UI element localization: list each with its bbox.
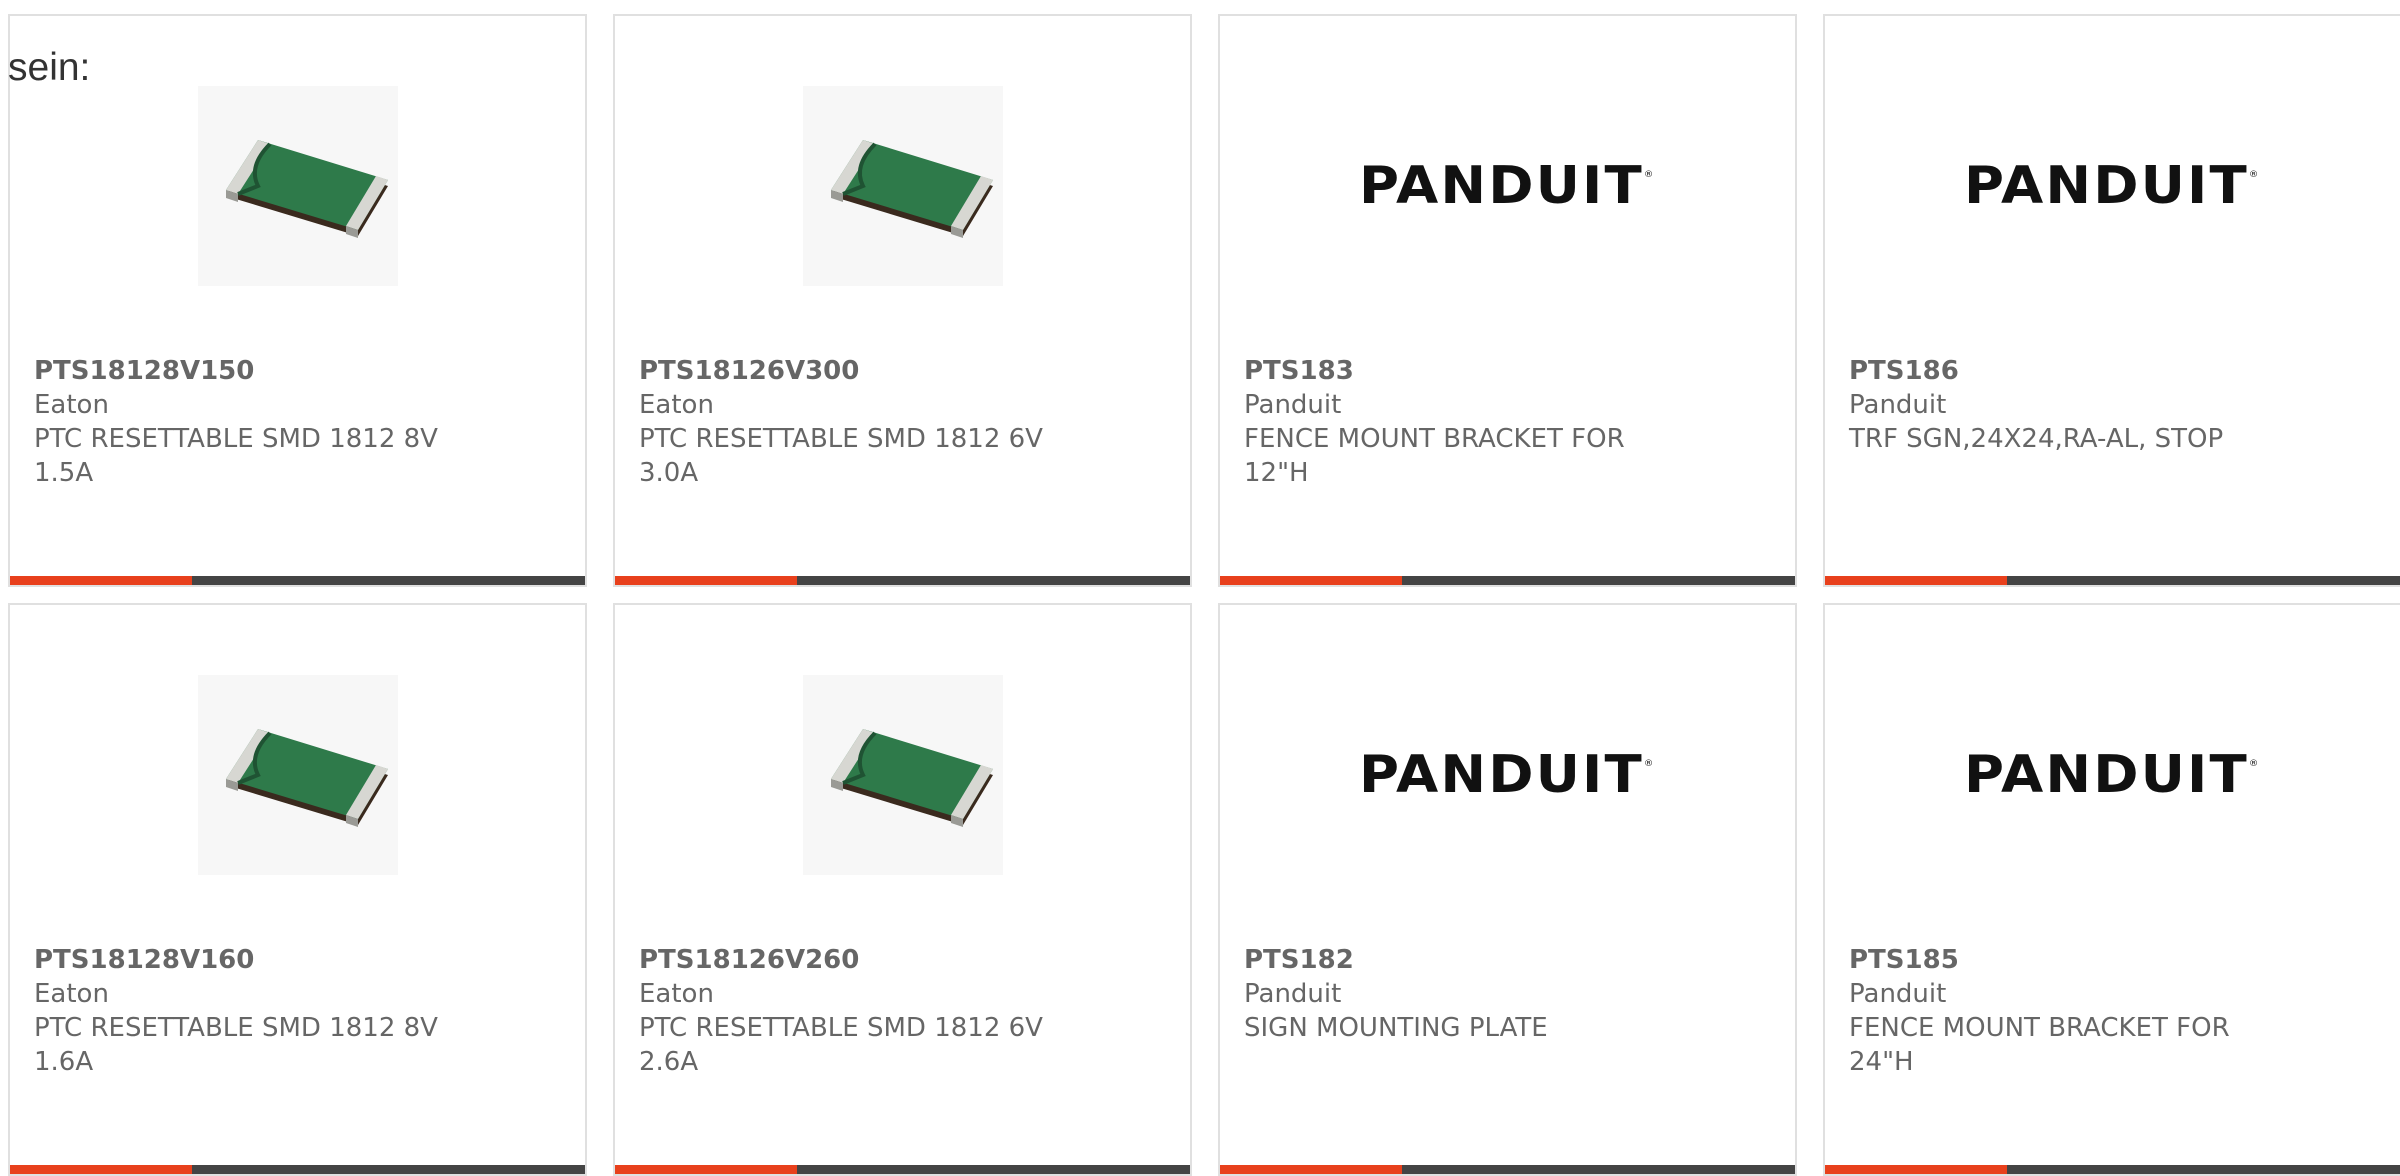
product-card[interactable]: PANDUIT® PTS186 Panduit TRF SGN,24X24,RA… <box>1823 14 2400 587</box>
manufacturer-name: Eaton <box>34 979 109 1009</box>
product-description: FENCE MOUNT BRACKET FOR 12"H <box>1244 424 1625 488</box>
part-number[interactable]: PTS183 <box>1244 354 1771 388</box>
card-accent-bar <box>10 1165 192 1174</box>
card-footer-bar <box>1220 1165 1795 1174</box>
panduit-logo-icon: PANDUIT® <box>1964 745 2261 805</box>
manufacturer-name: Eaton <box>34 390 109 420</box>
product-image[interactable]: PANDUIT® <box>1825 86 2400 286</box>
card-footer-bar <box>1220 576 1795 585</box>
card-accent-bar <box>1825 1165 2007 1174</box>
manufacturer-name: Eaton <box>639 979 714 1009</box>
product-description: PTC RESETTABLE SMD 1812 6V 2.6A <box>639 1013 1043 1077</box>
part-number[interactable]: PTS18128V160 <box>34 943 561 977</box>
card-accent-bar <box>615 1165 797 1174</box>
product-image[interactable]: PANDUIT® <box>1825 675 2400 875</box>
product-description: SIGN MOUNTING PLATE <box>1244 1013 1548 1043</box>
product-image[interactable] <box>10 86 585 286</box>
product-card[interactable]: PTS18126V260 Eaton PTC RESETTABLE SMD 18… <box>613 603 1192 1176</box>
product-image[interactable] <box>615 675 1190 875</box>
card-accent-bar <box>1220 1165 1402 1174</box>
product-description: PTC RESETTABLE SMD 1812 8V 1.6A <box>34 1013 438 1077</box>
part-number[interactable]: PTS185 <box>1849 943 2376 977</box>
product-image[interactable]: PANDUIT® <box>1220 675 1795 875</box>
ptc-fuse-icon <box>197 86 398 286</box>
card-footer-bar <box>1825 576 2400 585</box>
ptc-fuse-icon <box>802 675 1003 875</box>
ptc-fuse-icon <box>197 675 398 875</box>
panduit-logo-icon: PANDUIT® <box>1964 156 2261 216</box>
product-card[interactable]: PTS18128V150 Eaton PTC RESETTABLE SMD 18… <box>8 14 587 587</box>
product-description: FENCE MOUNT BRACKET FOR 24"H <box>1849 1013 2230 1077</box>
card-footer-bar <box>10 1165 585 1174</box>
product-card[interactable]: PANDUIT® PTS185 Panduit FENCE MOUNT BRAC… <box>1823 603 2400 1176</box>
part-number[interactable]: PTS18128V150 <box>34 354 561 388</box>
manufacturer-name: Panduit <box>1244 390 1342 420</box>
product-card[interactable]: PTS18128V160 Eaton PTC RESETTABLE SMD 18… <box>8 603 587 1176</box>
manufacturer-name: Panduit <box>1849 979 1947 1009</box>
product-image[interactable] <box>615 86 1190 286</box>
product-description: PTC RESETTABLE SMD 1812 6V 3.0A <box>639 424 1043 488</box>
manufacturer-name: Panduit <box>1849 390 1947 420</box>
card-accent-bar <box>10 576 192 585</box>
part-number[interactable]: PTS18126V260 <box>639 943 1166 977</box>
product-card[interactable]: PTS18126V300 Eaton PTC RESETTABLE SMD 18… <box>613 14 1192 587</box>
product-description: TRF SGN,24X24,RA-AL, STOP <box>1849 424 2224 454</box>
manufacturer-name: Panduit <box>1244 979 1342 1009</box>
card-footer-bar <box>615 576 1190 585</box>
card-footer-bar <box>615 1165 1190 1174</box>
ptc-fuse-icon <box>802 86 1003 286</box>
part-number[interactable]: PTS18126V300 <box>639 354 1166 388</box>
part-number[interactable]: PTS182 <box>1244 943 1771 977</box>
part-number[interactable]: PTS186 <box>1849 354 2376 388</box>
card-accent-bar <box>1220 576 1402 585</box>
manufacturer-name: Eaton <box>639 390 714 420</box>
intro-text: sein: <box>8 46 91 89</box>
product-image[interactable] <box>10 675 585 875</box>
card-footer-bar <box>10 576 585 585</box>
product-image[interactable]: PANDUIT® <box>1220 86 1795 286</box>
panduit-logo-icon: PANDUIT® <box>1359 156 1656 216</box>
product-description: PTC RESETTABLE SMD 1812 8V 1.5A <box>34 424 438 488</box>
card-accent-bar <box>615 576 797 585</box>
card-footer-bar <box>1825 1165 2400 1174</box>
product-card[interactable]: PANDUIT® PTS182 Panduit SIGN MOUNTING PL… <box>1218 603 1797 1176</box>
panduit-logo-icon: PANDUIT® <box>1359 745 1656 805</box>
card-accent-bar <box>1825 576 2007 585</box>
product-card[interactable]: PANDUIT® PTS183 Panduit FENCE MOUNT BRAC… <box>1218 14 1797 587</box>
product-grid: PTS18128V150 Eaton PTC RESETTABLE SMD 18… <box>8 14 2400 1176</box>
